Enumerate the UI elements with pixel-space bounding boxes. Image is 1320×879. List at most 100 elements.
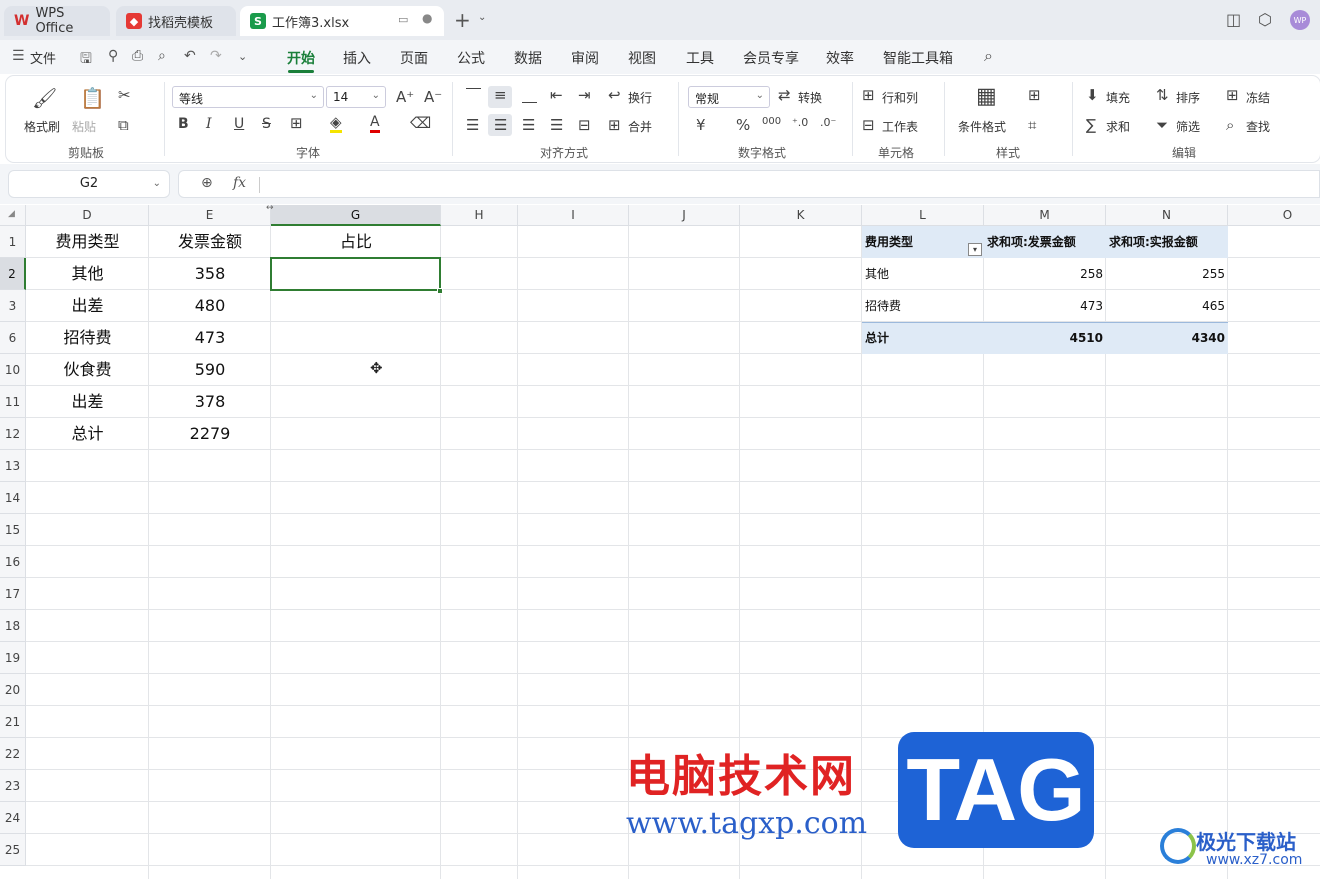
- row-header[interactable]: 10: [0, 354, 26, 386]
- row-header[interactable]: 16: [0, 546, 26, 578]
- menu-home[interactable]: 开始: [287, 48, 315, 68]
- pivot-cell[interactable]: 招待费: [865, 290, 901, 322]
- find-icon[interactable]: ⌕: [1226, 116, 1234, 134]
- format-painter-icon[interactable]: 🖌: [32, 86, 57, 110]
- fill-handle[interactable]: [437, 288, 443, 294]
- cut-icon[interactable]: ✂: [118, 86, 131, 104]
- copy-icon[interactable]: ⧉: [118, 116, 129, 134]
- row-header[interactable]: 14: [0, 482, 26, 514]
- column-header-o[interactable]: O: [1228, 205, 1320, 226]
- print-icon[interactable]: ⎙: [132, 48, 143, 64]
- column-header-n[interactable]: N: [1106, 205, 1228, 226]
- column-header-k[interactable]: K: [740, 205, 862, 226]
- align-middle-icon[interactable]: ≡: [494, 86, 507, 104]
- quick-access-chevron-icon[interactable]: ⌄: [238, 50, 247, 63]
- menu-insert[interactable]: 插入: [343, 48, 371, 68]
- row-header[interactable]: 20: [0, 674, 26, 706]
- redo-icon[interactable]: ↷: [210, 48, 222, 64]
- align-top-icon[interactable]: ⎺: [466, 86, 481, 104]
- formula-input-area[interactable]: ⊕ fx: [178, 170, 1320, 198]
- align-left-icon[interactable]: ☰: [466, 116, 479, 134]
- row-col-icon[interactable]: ⊞: [862, 86, 875, 104]
- format-painter-button[interactable]: 格式刷: [24, 118, 60, 135]
- cube-icon[interactable]: ⬡: [1258, 10, 1272, 29]
- row-header[interactable]: 17: [0, 578, 26, 610]
- table-cell[interactable]: 358: [149, 258, 271, 290]
- print-preview-icon[interactable]: ⌕: [158, 48, 166, 64]
- table-cell[interactable]: 590: [149, 354, 271, 386]
- row-header[interactable]: 23: [0, 770, 26, 802]
- row-header[interactable]: 24: [0, 802, 26, 834]
- row-header[interactable]: 19: [0, 642, 26, 674]
- row-header[interactable]: 6: [0, 322, 26, 354]
- pivot-header-invoice-sum[interactable]: 求和项:发票金额: [987, 226, 1076, 258]
- name-box[interactable]: G2 ⌄: [8, 170, 170, 198]
- number-format-select[interactable]: 常规 ⌄: [688, 86, 770, 108]
- menu-smart-toolbox[interactable]: 智能工具箱: [883, 48, 953, 68]
- row-header[interactable]: 25: [0, 834, 26, 866]
- pivot-header-claim-sum[interactable]: 求和项:实报金额: [1109, 226, 1198, 258]
- pivot-header-type[interactable]: 费用类型: [865, 226, 913, 258]
- align-bottom-icon[interactable]: ⎽: [522, 86, 537, 104]
- find-button[interactable]: 查找: [1246, 118, 1270, 135]
- menu-member[interactable]: 会员专享: [743, 48, 799, 68]
- share-icon[interactable]: ⚲: [108, 48, 118, 64]
- convert-icon[interactable]: ⇄: [778, 86, 791, 104]
- menu-tools[interactable]: 工具: [686, 48, 714, 68]
- table-header-ratio[interactable]: 占比: [271, 226, 441, 258]
- conditional-format-icon[interactable]: ▦: [976, 84, 997, 109]
- table-cell[interactable]: 招待费: [26, 322, 149, 354]
- indent-decrease-icon[interactable]: ⇤: [550, 86, 563, 104]
- worksheet-button[interactable]: 工作表: [882, 118, 918, 135]
- column-header-g[interactable]: G: [271, 205, 441, 226]
- currency-button[interactable]: ¥: [696, 116, 706, 134]
- insert-function-button[interactable]: fx: [233, 175, 246, 191]
- row-header[interactable]: 21: [0, 706, 26, 738]
- sum-icon[interactable]: ∑: [1086, 116, 1096, 134]
- row-header[interactable]: 11: [0, 386, 26, 418]
- thousands-button[interactable]: 000: [762, 116, 781, 127]
- avatar[interactable]: WP: [1290, 10, 1310, 30]
- filter-button[interactable]: 筛选: [1176, 118, 1200, 135]
- decrease-font-icon[interactable]: A⁻: [424, 88, 442, 106]
- pivot-cell[interactable]: 473: [984, 290, 1103, 322]
- menu-view[interactable]: 视图: [628, 48, 656, 68]
- paste-button[interactable]: 粘贴: [72, 118, 96, 135]
- table-cell[interactable]: 473: [149, 322, 271, 354]
- save-icon[interactable]: 🖫: [80, 48, 92, 72]
- paste-icon[interactable]: 📋: [80, 86, 105, 110]
- table-cell[interactable]: 出差: [26, 386, 149, 418]
- table-cell[interactable]: 378: [149, 386, 271, 418]
- menu-review[interactable]: 审阅: [571, 48, 599, 68]
- row-header-selected[interactable]: 2: [0, 258, 26, 290]
- sort-icon[interactable]: ⇅: [1156, 86, 1169, 104]
- hamburger-icon[interactable]: ☰: [12, 48, 25, 64]
- worksheet-icon[interactable]: ⊟: [862, 116, 875, 134]
- merge-icon[interactable]: ⊞: [608, 116, 621, 134]
- sort-button[interactable]: 排序: [1176, 89, 1200, 106]
- fill-color-icon[interactable]: ◈: [330, 114, 342, 133]
- wrap-text-button[interactable]: 换行: [628, 89, 652, 106]
- undo-icon[interactable]: ↶: [184, 48, 196, 64]
- indent-increase-icon[interactable]: ⇥: [578, 86, 591, 104]
- sum-button[interactable]: 求和: [1106, 118, 1130, 135]
- hidden-column-marker-icon[interactable]: ↔: [266, 205, 274, 213]
- column-header-i[interactable]: I: [518, 205, 629, 226]
- pivot-cell[interactable]: 465: [1106, 290, 1225, 322]
- freeze-icon[interactable]: ⊞: [1226, 86, 1239, 104]
- table-cell[interactable]: 2279: [149, 418, 271, 450]
- table-cell[interactable]: 总计: [26, 418, 149, 450]
- align-right-icon[interactable]: ☰: [522, 116, 535, 134]
- clear-format-icon[interactable]: ⌫: [410, 114, 431, 132]
- table-cell[interactable]: 伙食费: [26, 354, 149, 386]
- row-header[interactable]: 13: [0, 450, 26, 482]
- justify-icon[interactable]: ☰: [550, 116, 563, 134]
- row-col-button[interactable]: 行和列: [882, 89, 918, 106]
- table-cell[interactable]: 出差: [26, 290, 149, 322]
- column-header-d[interactable]: D: [26, 205, 149, 226]
- column-header-e[interactable]: E: [149, 205, 271, 226]
- pivot-cell[interactable]: 255: [1106, 258, 1225, 290]
- select-all-corner[interactable]: ◢: [0, 205, 26, 226]
- bold-button[interactable]: B: [178, 116, 189, 132]
- strikethrough-button[interactable]: S: [262, 116, 271, 132]
